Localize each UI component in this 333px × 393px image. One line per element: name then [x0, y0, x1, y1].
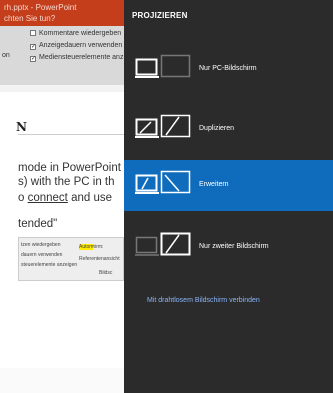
doc-link-connect[interactable]: connect: [28, 192, 68, 204]
second-screen-only-icon: [135, 232, 191, 256]
option-duplicate[interactable]: Duplizieren: [124, 104, 333, 155]
option-extend[interactable]: Erweitern: [124, 160, 333, 211]
tell-me-box[interactable]: chten Sie tun?: [4, 14, 55, 23]
checkbox-icon: [30, 30, 36, 36]
option-label: Nur PC-Bildschirm: [199, 65, 257, 72]
title-bar: rh.pptx - PowerPoint chten Sie tun?: [0, 0, 124, 26]
pc-screen-only-icon: [135, 54, 191, 78]
option-label: Erweitern: [199, 181, 229, 188]
ribbon-option-comments[interactable]: Kommentare wiedergeben: [30, 30, 121, 37]
checkmark-icon: ✓: [30, 44, 37, 50]
option-second-screen-only[interactable]: Nur zweiter Bildschirm: [124, 222, 333, 273]
ribbon-option-timings[interactable]: ✓ Anzeigedauern verwenden: [30, 42, 122, 50]
document-page: N mode in PowerPoint s) with the PC in t…: [0, 92, 124, 393]
doc-text-line: tended": [18, 218, 58, 230]
option-pc-screen-only[interactable]: Nur PC-Bildschirm: [124, 44, 333, 95]
heading-glyph: N: [16, 120, 27, 134]
connect-wireless-display-link[interactable]: Mit drahtlosem Bildschirm verbinden: [147, 297, 260, 304]
ribbon-side-label: on: [2, 52, 10, 59]
ribbon-option-media-controls[interactable]: ✓ Mediensteuerelemente anz: [30, 54, 123, 62]
project-panel: PROJIZIEREN Nur PC-Bildschirm Dupliziere…: [124, 0, 333, 393]
doc-text-line: mode in PowerPoint: [18, 162, 121, 174]
powerpoint-background: rh.pptx - PowerPoint chten Sie tun? Komm…: [0, 0, 124, 393]
window-title: rh.pptx - PowerPoint: [4, 3, 77, 12]
option-label: Duplizieren: [199, 125, 235, 132]
checkmark-icon: ✓: [30, 56, 37, 62]
option-label: Nur zweiter Bildschirm: [199, 243, 269, 250]
document-footer: [0, 368, 124, 393]
panel-title: PROJIZIEREN: [132, 11, 188, 20]
embedded-screenshot: tzen wiedergeben dauern verwenden steuer…: [18, 237, 124, 281]
doc-text-line: s) with the PC in th: [18, 176, 115, 188]
duplicate-icon: [135, 114, 191, 138]
doc-text-line: o connect and use: [18, 192, 112, 204]
divider: [18, 134, 124, 135]
extend-icon: [135, 170, 191, 194]
